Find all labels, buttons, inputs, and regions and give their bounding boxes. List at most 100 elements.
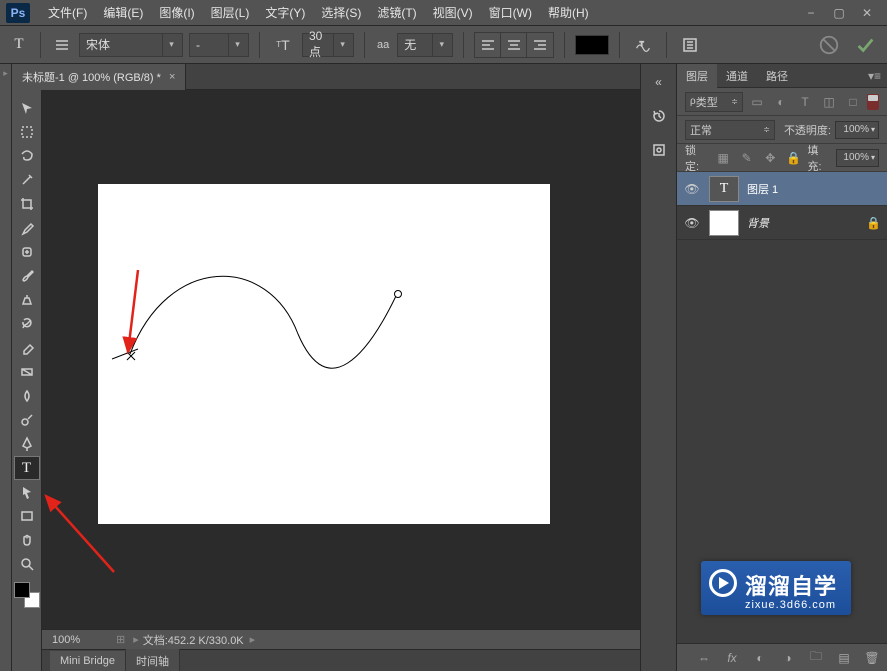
rectangle-tool[interactable] xyxy=(14,504,40,528)
zoom-level[interactable]: 100% xyxy=(42,634,112,646)
window-close-button[interactable]: ✕ xyxy=(853,3,881,23)
font-size-select[interactable]: 30点 ▾ xyxy=(302,33,354,57)
status-menu-icon[interactable]: ▸ xyxy=(250,633,256,646)
lock-pixels-icon[interactable]: ✎ xyxy=(737,148,757,168)
align-left-button[interactable] xyxy=(475,33,501,57)
blur-tool[interactable] xyxy=(14,384,40,408)
menu-layer[interactable]: 图层(L) xyxy=(203,0,258,25)
adjustment-layer-icon[interactable]: ◑ xyxy=(779,649,797,667)
layer-row[interactable]: 👁 背景 🔒 xyxy=(677,206,887,240)
fill-input[interactable]: 100%▾ xyxy=(836,149,879,167)
canvas[interactable] xyxy=(98,184,550,524)
panel-dock-strip: « xyxy=(640,64,676,671)
opacity-input[interactable]: 100%▾ xyxy=(835,121,879,139)
visibility-toggle-icon[interactable]: 👁 xyxy=(683,216,701,230)
pen-tool[interactable] xyxy=(14,432,40,456)
font-family-select[interactable]: 宋体 ▾ xyxy=(79,33,183,57)
document-tab[interactable]: 未标题-1 @ 100% (RGB/8) * × xyxy=(12,64,186,90)
healing-brush-tool[interactable] xyxy=(14,240,40,264)
crop-tool[interactable] xyxy=(14,192,40,216)
character-panel-button[interactable] xyxy=(677,32,703,58)
separator xyxy=(259,32,260,58)
status-expand-icon[interactable]: ⊞ xyxy=(112,633,129,646)
window-maximize-button[interactable]: ▢ xyxy=(825,3,853,23)
align-center-button[interactable] xyxy=(501,33,527,57)
font-size-icon: TT xyxy=(270,32,296,58)
text-orientation-toggle[interactable] xyxy=(51,34,73,56)
align-right-button[interactable] xyxy=(527,33,553,57)
layer-style-icon[interactable]: fx xyxy=(723,649,741,667)
brush-tool[interactable] xyxy=(14,264,40,288)
tool-preset-picker[interactable]: T xyxy=(8,34,30,56)
layer-mask-icon[interactable]: ◐ xyxy=(751,649,769,667)
mini-bridge-tab[interactable]: Mini Bridge xyxy=(50,651,126,671)
type-tool[interactable]: T xyxy=(14,456,40,480)
warp-text-button[interactable]: T xyxy=(630,32,656,58)
menu-select[interactable]: 选择(S) xyxy=(313,0,369,25)
window-minimize-button[interactable]: − xyxy=(797,3,825,23)
filter-toggle-switch[interactable] xyxy=(867,94,879,110)
properties-panel-icon[interactable] xyxy=(646,138,672,162)
blend-mode-select[interactable]: 正常≑ xyxy=(685,120,775,140)
filter-type-icon[interactable]: T xyxy=(795,92,815,112)
layers-tab[interactable]: 图层 xyxy=(677,64,717,88)
antialias-select[interactable]: 无 ▾ xyxy=(397,33,453,57)
menu-file[interactable]: 文件(F) xyxy=(40,0,95,25)
collapse-panels-icon[interactable]: « xyxy=(646,70,672,94)
history-brush-tool[interactable] xyxy=(14,312,40,336)
separator xyxy=(666,32,667,58)
commit-edit-button[interactable] xyxy=(851,31,879,59)
filter-adjust-icon[interactable]: ◐ xyxy=(771,92,791,112)
cancel-edit-button[interactable] xyxy=(815,31,843,59)
paths-tab[interactable]: 路径 xyxy=(757,64,797,88)
menu-image[interactable]: 图像(I) xyxy=(151,0,202,25)
filter-shape-icon[interactable]: ◫ xyxy=(819,92,839,112)
move-tool[interactable] xyxy=(14,96,40,120)
close-tab-icon[interactable]: × xyxy=(169,71,175,83)
visibility-toggle-icon[interactable]: 👁 xyxy=(683,182,701,196)
layer-name[interactable]: 图层 1 xyxy=(747,181,778,197)
lock-transparent-icon[interactable]: ▦ xyxy=(713,148,733,168)
panel-menu-icon[interactable]: ▾≡ xyxy=(862,69,887,83)
link-layers-icon[interactable]: ⇔ xyxy=(695,649,713,667)
channels-tab[interactable]: 通道 xyxy=(717,64,757,88)
history-panel-icon[interactable] xyxy=(646,104,672,128)
layer-thumbnail[interactable] xyxy=(709,210,739,236)
menu-edit[interactable]: 编辑(E) xyxy=(95,0,151,25)
foreground-color-swatch[interactable] xyxy=(14,582,30,598)
status-bar: 100% ⊞ ▸ 文档:452.2 K/330.0K ▸ xyxy=(42,629,640,649)
menu-help[interactable]: 帮助(H) xyxy=(540,0,597,25)
filter-kind-select[interactable]: ρ 类型 ≑ xyxy=(685,92,743,112)
menu-window[interactable]: 窗口(W) xyxy=(481,0,540,25)
layer-row[interactable]: 👁 T 图层 1 xyxy=(677,172,887,206)
left-dock-strip[interactable]: ▸ xyxy=(0,64,12,671)
menu-filter[interactable]: 滤镜(T) xyxy=(369,0,424,25)
clone-stamp-tool[interactable] xyxy=(14,288,40,312)
filter-smart-icon[interactable]: □ xyxy=(843,92,863,112)
group-icon[interactable]: 🗀 xyxy=(807,649,825,667)
filter-pixel-icon[interactable]: ▭ xyxy=(747,92,767,112)
foreground-background-color[interactable] xyxy=(14,582,40,608)
layer-name[interactable]: 背景 xyxy=(747,215,769,231)
eraser-tool[interactable] xyxy=(14,336,40,360)
magic-wand-tool[interactable] xyxy=(14,168,40,192)
zoom-tool[interactable] xyxy=(14,552,40,576)
menu-view[interactable]: 视图(V) xyxy=(425,0,481,25)
marquee-tool[interactable] xyxy=(14,120,40,144)
lasso-tool[interactable] xyxy=(14,144,40,168)
menu-type[interactable]: 文字(Y) xyxy=(257,0,313,25)
new-layer-icon[interactable]: ▤ xyxy=(835,649,853,667)
lock-position-icon[interactable]: ✥ xyxy=(760,148,780,168)
dodge-tool[interactable] xyxy=(14,408,40,432)
text-color-swatch[interactable] xyxy=(575,35,609,55)
document-status-text: 文档:452.2 K/330.0K xyxy=(143,632,244,648)
timeline-tab[interactable]: 时间轴 xyxy=(126,649,180,671)
eyedropper-tool[interactable] xyxy=(14,216,40,240)
hand-tool[interactable] xyxy=(14,528,40,552)
font-style-select[interactable]: - ▾ xyxy=(189,33,249,57)
gradient-tool[interactable] xyxy=(14,360,40,384)
lock-all-icon[interactable]: 🔒 xyxy=(784,148,804,168)
layer-thumbnail[interactable]: T xyxy=(709,176,739,202)
path-selection-tool[interactable] xyxy=(14,480,40,504)
delete-layer-icon[interactable]: 🗑 xyxy=(863,649,881,667)
